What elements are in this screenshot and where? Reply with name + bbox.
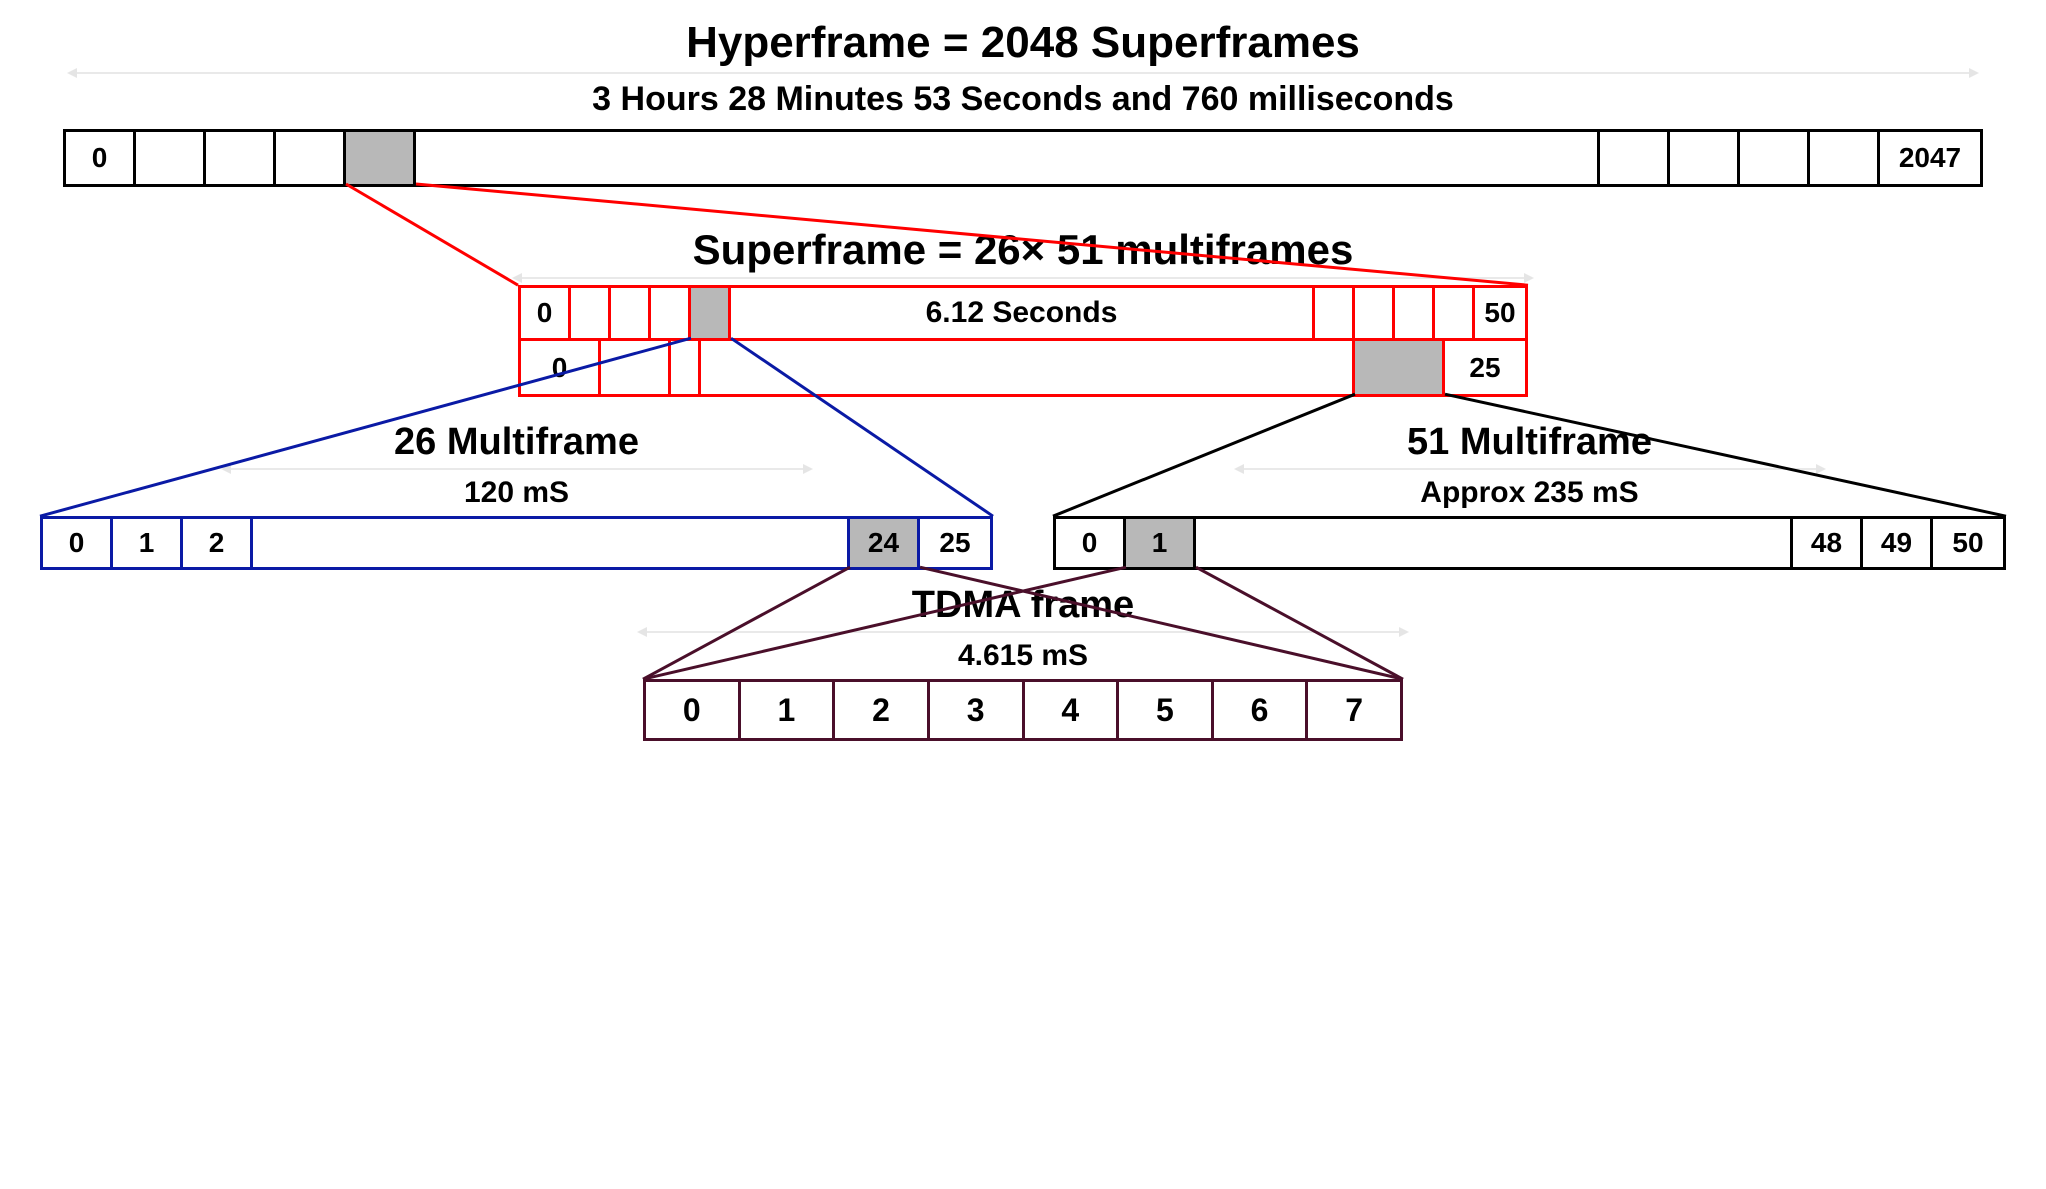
hf-cell-last: 2047: [1880, 132, 1980, 184]
sf26-cell-gap: [701, 341, 1355, 394]
sf51-cell: [611, 288, 651, 338]
sf51-cell: [1355, 288, 1395, 338]
hf-cell: [1670, 132, 1740, 184]
mf26-cell-24: 24: [850, 519, 920, 567]
tdma-slot-7: 7: [1308, 682, 1400, 738]
tdma-title: TDMA frame: [40, 584, 2006, 627]
tdma-bar: 0 1 2 3 4 5 6 7: [643, 679, 1403, 741]
mf26-extent-arrow: [227, 468, 807, 470]
mf26-cell-0: 0: [43, 519, 113, 567]
tdma-slot-5: 5: [1119, 682, 1214, 738]
mf51-extent-arrow: [1240, 468, 1820, 470]
sf51-cell: [651, 288, 691, 338]
mf51-cell-gap: [1196, 519, 1793, 567]
hf-cell-gap: [416, 132, 1600, 184]
tdma-slot-0: 0: [646, 682, 741, 738]
mf26-duration: 120 mS: [40, 476, 993, 510]
sf51-cell: [1435, 288, 1475, 338]
hf-cell-selected: [346, 132, 416, 184]
hyperframe-bar: 0 2047: [63, 129, 1983, 187]
mf26-cell-1: 1: [113, 519, 183, 567]
mf51-cell-0: 0: [1056, 519, 1126, 567]
hyperframe-duration: 3 Hours 28 Minutes 53 Seconds and 760 mi…: [40, 80, 2006, 119]
tdma-duration: 4.615 mS: [40, 639, 2006, 673]
sf51-cell: [1395, 288, 1435, 338]
hf-cell: [1600, 132, 1670, 184]
sf26-cell-last: 25: [1445, 341, 1525, 394]
tdma-slot-1: 1: [741, 682, 836, 738]
tdma-slot-6: 6: [1214, 682, 1309, 738]
hf-cell: [276, 132, 346, 184]
hyperframe-title: Hyperframe = 2048 Superframes: [40, 18, 2006, 68]
mf51-cell-48: 48: [1793, 519, 1863, 567]
mf26-cell-25: 25: [920, 519, 990, 567]
hf-cell: [206, 132, 276, 184]
tdma-slot-2: 2: [835, 682, 930, 738]
mf51-cell-1: 1: [1126, 519, 1196, 567]
mf51-title: 51 Multiframe: [1053, 421, 2006, 464]
sf26-cell: [671, 341, 701, 394]
sf51-cell: [1315, 288, 1355, 338]
superframe-row-26: 0 25: [518, 341, 1528, 397]
mf51-cell-49: 49: [1863, 519, 1933, 567]
hf-cell-0: 0: [66, 132, 136, 184]
hf-cell: [1810, 132, 1880, 184]
superframe-duration: 6.12 Seconds: [731, 288, 1315, 338]
mf26-title: 26 Multiframe: [40, 421, 993, 464]
mf26-cell-2: 2: [183, 519, 253, 567]
sf51-cell: [571, 288, 611, 338]
mf26-cell-gap: [253, 519, 850, 567]
mf51-cell-50: 50: [1933, 519, 2003, 567]
mf51-bar: 0 1 48 49 50: [1053, 516, 2006, 570]
superframe-title: Superframe = 26× 51 multiframes: [673, 227, 1373, 273]
hf-cell: [1740, 132, 1810, 184]
sf51-cell-last: 50: [1475, 288, 1525, 338]
hyperframe-extent-arrow: [73, 72, 1973, 74]
mf26-bar: 0 1 2 24 25: [40, 516, 993, 570]
tdma-extent-arrow: [643, 631, 1403, 633]
sf51-cell-selected: [691, 288, 731, 338]
sf26-cell: [601, 341, 671, 394]
hf-cell: [136, 132, 206, 184]
sf51-cell-0: 0: [521, 288, 571, 338]
tdma-slot-3: 3: [930, 682, 1025, 738]
tdma-slot-4: 4: [1025, 682, 1120, 738]
superframe-extent-arrow: [518, 277, 1528, 279]
superframe-row-51: 0 6.12 Seconds 50: [518, 285, 1528, 341]
mf51-duration: Approx 235 mS: [1053, 476, 2006, 510]
sf26-cell-selected: [1355, 341, 1445, 394]
sf26-cell-0: 0: [521, 341, 601, 394]
